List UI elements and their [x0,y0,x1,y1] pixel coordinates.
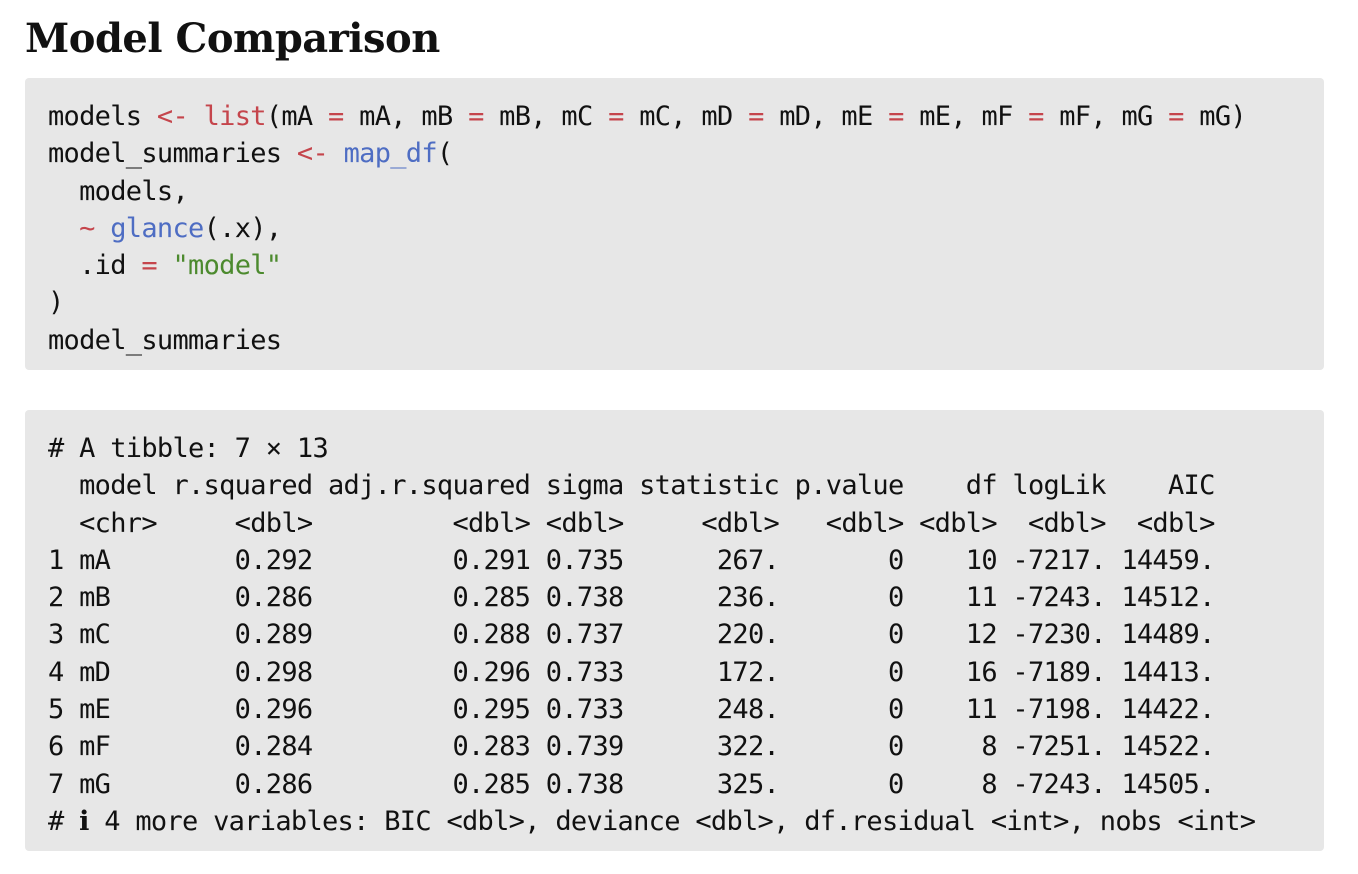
code-token-plain: ( [436,138,453,170]
code-token-plain: (.x), [203,212,282,244]
code-token-plain: mE, mF [903,101,1029,132]
output-line: 7 mG 0.286 0.285 0.738 325. 0 8 -7243. 1… [48,768,1215,800]
code-token-op: = [1028,101,1044,132]
page-title: Model Comparison [25,15,440,62]
code-token-plain: ) [48,287,64,319]
code-token-plain: mF, mG [1043,101,1169,132]
code-token-op: = [141,250,157,282]
code-token-plain: mG) [1183,101,1246,132]
code-token-op: = [888,101,904,132]
output-text: # A tibble: 7 × 13 model r.squared adj.r… [48,430,1324,840]
code-token-plain: model_summaries [48,138,297,170]
code-block[interactable]: models <- list(mA = mA, mB = mB, mC = mC… [25,78,1324,370]
code-token-plain: models [48,101,157,132]
output-header-line: # A tibble: 7 × 13 [48,433,329,464]
code-token-plain: mA, mB [343,101,469,132]
code-token-op: = [468,101,484,132]
code-token-str: "model" [172,250,282,282]
code-token-op: <- [296,138,329,170]
code-token-plain: mC, mD [623,101,749,132]
code-line: model_summaries [48,322,1324,359]
code-token-op: = [1168,101,1184,132]
code-token-op: list [203,101,267,132]
code-token-plain: mD, mE [763,101,889,132]
code-token-plain: .id [48,250,142,282]
code-text: models <- list(mA = mA, mB = mB, mC = mC… [48,98,1324,359]
output-line: 6 mF 0.284 0.283 0.739 322. 0 8 -7251. 1… [48,731,1215,763]
code-token-fn: glance [110,212,204,244]
output-line: 1 mA 0.292 0.291 0.735 267. 0 10 -7217. … [48,544,1215,576]
code-token-plain: models, [48,175,189,207]
code-line: models, [48,173,1324,210]
code-token-op: = [328,101,344,132]
code-token-fn: map_df [343,138,438,170]
code-line: ~ glance(.x), [48,210,1324,247]
output-footer-line: # ℹ 4 more variables: BIC <dbl>, devianc… [48,805,1256,837]
code-token-plain: model_summaries [48,324,282,356]
output-line: 3 mC 0.289 0.288 0.737 220. 0 12 -7230. … [48,619,1215,651]
code-token-plain: (mA [265,101,329,132]
code-token-plain: mB, mC [483,101,609,132]
code-token-op: <- [156,101,189,132]
code-line: ) [48,284,1324,321]
code-line: model_summaries <- map_df( [48,135,1324,172]
code-token-op: = [748,101,764,132]
output-line: 4 mD 0.298 0.296 0.733 172. 0 16 -7189. … [48,656,1215,688]
output-line: model r.squared adj.r.squared sigma stat… [48,470,1215,502]
code-line: .id = "model" [48,247,1324,284]
output-block[interactable]: # A tibble: 7 × 13 model r.squared adj.r… [25,410,1324,851]
code-token-op: = [608,101,624,132]
code-token-op: ~ [79,212,95,244]
output-line: 5 mE 0.296 0.295 0.733 248. 0 11 -7198. … [48,694,1215,726]
code-line: models <- list(mA = mA, mB = mB, mC = mC… [48,98,1324,135]
output-line: 2 mB 0.286 0.285 0.738 236. 0 11 -7243. … [48,582,1215,614]
output-line: <chr> <dbl> <dbl> <dbl> <dbl> <dbl> <dbl… [48,507,1215,539]
